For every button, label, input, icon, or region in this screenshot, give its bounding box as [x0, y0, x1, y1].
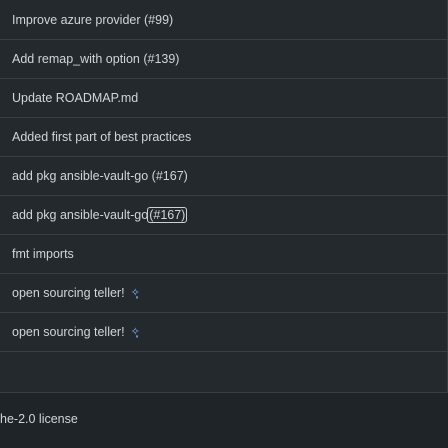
commit-row-focused[interactable]: add pkg ansible-vault-go (#167) — [0, 196, 447, 235]
issue-reference-link[interactable]: (#167) — [147, 207, 188, 223]
sparkles-emoji-icon: ✧͓ — [130, 325, 140, 338]
license-label[interactable]: he-2.0 license — [0, 412, 78, 426]
sparkles-emoji-icon: ✧͓ — [130, 286, 140, 299]
commit-list: Improve azure provider (#99) Add remap_w… — [0, 0, 448, 392]
commit-message: open sourcing teller! — [12, 286, 125, 300]
commit-message: Update ROADMAP.md — [12, 91, 139, 105]
commit-row[interactable]: Added first part of best practices — [0, 118, 447, 157]
repository-info-pane: he-2.0 license — [0, 392, 448, 448]
commit-message: open sourcing teller! — [12, 325, 125, 339]
commit-message: add pkg ansible-vault-go (#167) — [12, 169, 188, 183]
commit-row[interactable]: open sourcing teller! ✧͓ — [0, 313, 447, 352]
commit-row[interactable]: Improve azure provider (#99) — [0, 0, 447, 40]
commit-row[interactable]: add pkg ansible-vault-go (#167) — [0, 157, 447, 196]
commit-message: Improve azure provider (#99) — [12, 12, 174, 27]
commit-message: fmt imports — [12, 247, 74, 261]
commit-message: add pkg ansible-vault-go — [12, 208, 149, 222]
commit-row[interactable]: open sourcing teller! ✧͓ — [0, 274, 447, 313]
commit-row[interactable]: Update ROADMAP.md — [0, 79, 447, 118]
commit-message: Add remap_with option (#139) — [12, 52, 180, 66]
commit-row[interactable]: fmt imports — [0, 235, 447, 274]
commit-row[interactable]: Add remap_with option (#139) — [0, 40, 447, 79]
commit-message: Added first part of best practices — [12, 130, 192, 144]
